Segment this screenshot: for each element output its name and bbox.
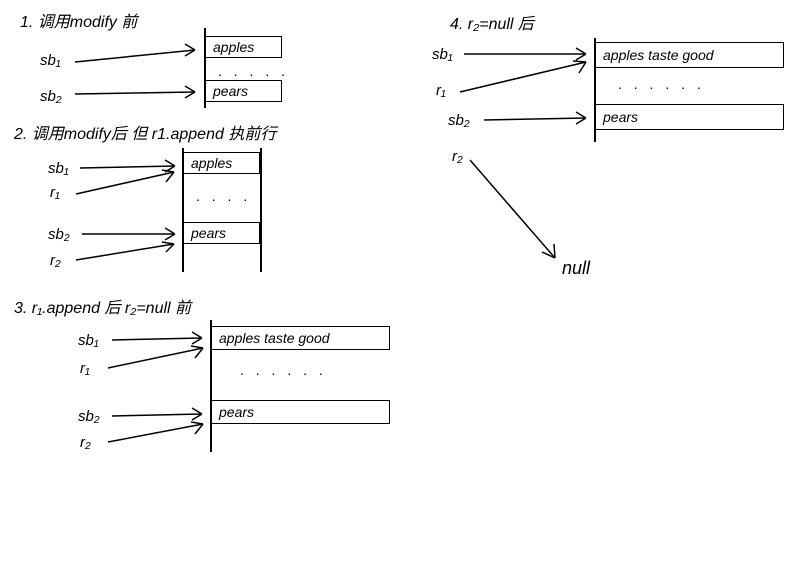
step4-sb2: sb₂	[448, 112, 470, 129]
step2-box-apples: apples	[182, 152, 260, 174]
step3-r1: r₁	[80, 360, 90, 377]
step1-box-apples: apples	[204, 36, 282, 58]
step4-box-apples: apples taste good	[594, 42, 784, 68]
step2-dots: . . . . .	[196, 188, 267, 204]
step3-arrow-r1	[108, 366, 213, 378]
step4-r2: r₂	[452, 148, 463, 165]
step4-null: null	[562, 258, 590, 279]
step2-arrow-sb2	[82, 234, 192, 244]
step2-box-pears: pears	[182, 222, 260, 244]
step4-box-pears: pears	[594, 104, 784, 130]
step3-box-pears: pears	[210, 400, 390, 424]
step2-right-vline	[260, 148, 262, 272]
step4-arrow-r2-null	[470, 160, 590, 270]
step3-dots: . . . . . .	[240, 362, 327, 378]
step1-sb1: sb₁	[40, 52, 61, 69]
step1-sb2: sb₂	[40, 88, 62, 105]
step1-arrow-sb1	[75, 58, 205, 68]
step4-title: 4. r₂=null 后	[450, 10, 534, 34]
step2-sb2: sb₂	[48, 226, 70, 243]
step1-title: 1. 调用modify 前	[20, 8, 137, 32]
step2-title: 2. 调用modify后 但 r1.append 执前行	[14, 120, 276, 144]
step3-box-apples: apples taste good	[210, 326, 390, 350]
step4-dots: . . . . . .	[618, 76, 705, 92]
step1-dots: . . . . .	[218, 63, 289, 79]
step2-sb1: sb₁	[48, 160, 69, 177]
step3-sb1: sb₁	[78, 332, 99, 349]
step3-title: 3. r₁.append 后 r₂=null 前	[14, 294, 191, 318]
step4-arrow-r1	[460, 88, 598, 102]
step1-arrow-sb2	[75, 94, 205, 104]
step4-sb1: sb₁	[432, 46, 453, 63]
step2-arrow-r1	[76, 190, 186, 202]
step4-arrow-sb2	[484, 120, 596, 130]
step2-arrow-r2	[76, 258, 186, 270]
step1-box-pears: pears	[204, 80, 282, 102]
step3-r2: r₂	[80, 434, 91, 451]
step4-arrow-sb1	[464, 54, 599, 64]
step2-r1: r₁	[50, 184, 60, 201]
step3-sb2: sb₂	[78, 408, 100, 425]
step3-arrow-r2	[108, 440, 213, 452]
step4-r1: r₁	[436, 82, 446, 99]
step2-r2: r₂	[50, 252, 61, 269]
